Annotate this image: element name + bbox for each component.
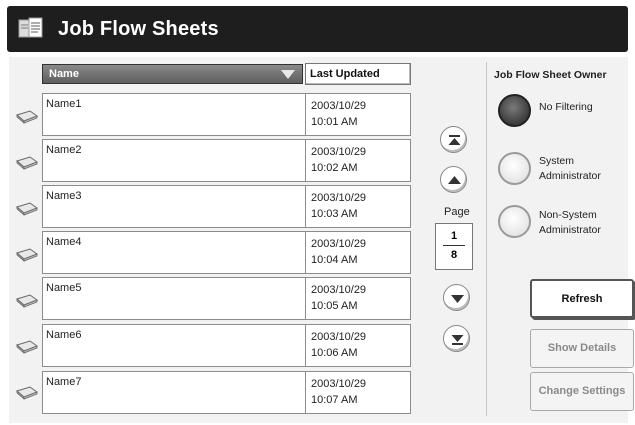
previous-page-icon: [448, 176, 461, 184]
show-details-button[interactable]: Show Details: [530, 329, 634, 368]
change-settings-button[interactable]: Change Settings: [530, 372, 634, 411]
radio-no-filtering[interactable]: [498, 94, 531, 127]
job-flow-sheet-icon: [15, 248, 39, 262]
job-flow-sheet-icon: [15, 202, 39, 216]
column-divider: [305, 372, 306, 413]
last-updated-column-header[interactable]: Last Updated: [305, 63, 411, 85]
job-flow-sheet-icon: [15, 110, 39, 124]
column-divider: [305, 140, 306, 181]
last-page-icon: [451, 335, 464, 345]
name-column-label: Name: [49, 68, 79, 80]
row-updated: 2003/10/29 10:06 AM: [311, 329, 366, 361]
row-time: 10:04 AM: [311, 254, 358, 266]
page-indicator: 1 8: [435, 223, 473, 270]
row-date: 2003/10/29: [311, 331, 367, 343]
row-name: Name3: [46, 190, 82, 202]
row-time: 10:02 AM: [311, 162, 358, 174]
page-fraction-line: [443, 245, 465, 246]
job-flow-sheet-icon: [15, 386, 39, 400]
table-row[interactable]: Name5 2003/10/29 10:05 AM: [42, 277, 411, 320]
page-title: Job Flow Sheets: [58, 18, 219, 40]
next-page-button[interactable]: [443, 284, 470, 311]
row-date: 2003/10/29: [311, 146, 367, 158]
row-updated: 2003/10/29 10:03 AM: [311, 190, 366, 222]
job-flow-sheets-icon: [17, 15, 45, 43]
job-flow-sheet-icon: [15, 156, 39, 170]
job-flow-sheet-icon: [15, 340, 39, 354]
column-divider: [305, 94, 306, 135]
row-updated: 2003/10/29 10:01 AM: [311, 98, 366, 130]
row-updated: 2003/10/29 10:07 AM: [311, 376, 366, 408]
row-name: Name1: [46, 98, 82, 110]
last-page-button[interactable]: [443, 325, 470, 352]
radio-label-no-filtering: No Filtering: [539, 101, 593, 113]
owner-filter-title: Job Flow Sheet Owner: [494, 69, 607, 81]
current-page: 1: [450, 230, 458, 242]
row-date: 2003/10/29: [311, 284, 367, 296]
previous-page-button[interactable]: [440, 166, 467, 193]
table-row[interactable]: Name2 2003/10/29 10:02 AM: [42, 139, 411, 182]
page-label: Page: [444, 206, 470, 218]
radio-label-non-system-administrator: Non-System Administrator: [539, 209, 601, 236]
table-row[interactable]: Name6 2003/10/29 10:06 AM: [42, 324, 411, 367]
row-updated: 2003/10/29 10:05 AM: [311, 282, 366, 314]
row-time: 10:06 AM: [311, 347, 358, 359]
radio-label-system-administrator: System Administrator: [539, 155, 601, 182]
row-date: 2003/10/29: [311, 378, 367, 390]
refresh-button[interactable]: Refresh: [530, 279, 634, 318]
row-updated: 2003/10/29 10:02 AM: [311, 144, 366, 176]
row-name: Name4: [46, 236, 82, 248]
row-date: 2003/10/29: [311, 100, 367, 112]
row-updated: 2003/10/29 10:04 AM: [311, 236, 366, 268]
column-divider: [305, 232, 306, 273]
row-date: 2003/10/29: [311, 192, 367, 204]
job-flow-sheet-icon: [15, 294, 39, 308]
sort-descending-icon: [281, 70, 295, 79]
table-row[interactable]: Name7 2003/10/29 10:07 AM: [42, 371, 411, 414]
name-column-header[interactable]: Name: [42, 64, 303, 84]
column-divider: [305, 278, 306, 319]
first-page-icon: [448, 135, 461, 145]
row-name: Name7: [46, 376, 82, 388]
last-updated-column-label: Last Updated: [310, 68, 380, 80]
column-divider: [305, 325, 306, 366]
table-row[interactable]: Name4 2003/10/29 10:04 AM: [42, 231, 411, 274]
job-flow-sheets-screen: Job Flow Sheets Name Last Updated Name1 …: [0, 0, 635, 425]
panel-divider: [486, 62, 487, 416]
next-page-icon: [451, 295, 464, 303]
row-name: Name5: [46, 282, 82, 294]
row-date: 2003/10/29: [311, 238, 367, 250]
row-time: 10:01 AM: [311, 116, 358, 128]
row-name: Name2: [46, 144, 82, 156]
row-time: 10:03 AM: [311, 208, 358, 220]
first-page-button[interactable]: [440, 126, 467, 153]
table-row[interactable]: Name3 2003/10/29 10:03 AM: [42, 185, 411, 228]
column-divider: [305, 186, 306, 227]
title-bar: Job Flow Sheets: [7, 6, 628, 52]
row-time: 10:07 AM: [311, 394, 358, 406]
row-name: Name6: [46, 329, 82, 341]
radio-system-administrator[interactable]: [498, 152, 531, 185]
radio-non-system-administrator[interactable]: [498, 205, 531, 238]
table-row[interactable]: Name1 2003/10/29 10:01 AM: [42, 93, 411, 136]
total-pages: 8: [450, 249, 458, 261]
row-time: 10:05 AM: [311, 300, 358, 312]
